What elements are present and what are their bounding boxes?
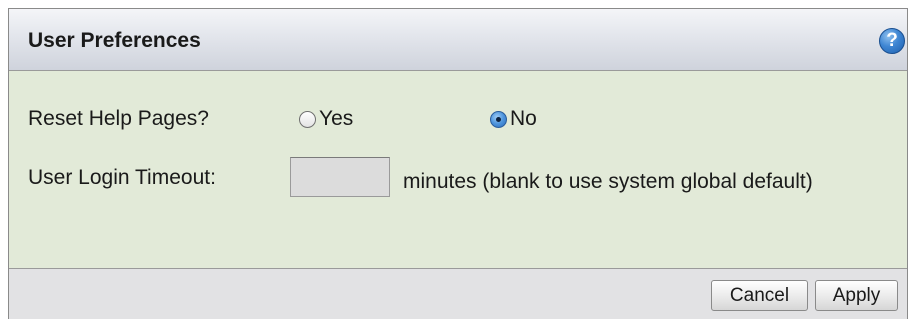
radio-yes[interactable] [299, 110, 316, 128]
radio-no-label: No [510, 107, 537, 130]
login-timeout-input[interactable] [290, 157, 390, 197]
radio-no[interactable] [490, 110, 507, 128]
dialog-footer: Cancel Apply [9, 268, 907, 319]
dialog-body: Reset Help Pages? Yes No User Login Time… [9, 71, 907, 268]
timeout-hint-text: minutes (blank to use system global defa… [403, 170, 813, 193]
user-login-timeout-label: User Login Timeout: [28, 166, 216, 189]
help-icon[interactable]: ? [879, 28, 905, 54]
reset-help-yes-option[interactable]: Yes [299, 107, 353, 131]
user-preferences-dialog: User Preferences ? Reset Help Pages? Yes… [8, 8, 908, 319]
reset-help-no-option[interactable]: No [490, 107, 537, 131]
apply-button[interactable]: Apply [815, 280, 898, 311]
radio-yes-label: Yes [319, 107, 354, 130]
reset-help-pages-label: Reset Help Pages? [28, 107, 209, 130]
dialog-header: User Preferences ? [9, 9, 907, 71]
cancel-button[interactable]: Cancel [711, 280, 808, 311]
dialog-title: User Preferences [28, 29, 201, 52]
